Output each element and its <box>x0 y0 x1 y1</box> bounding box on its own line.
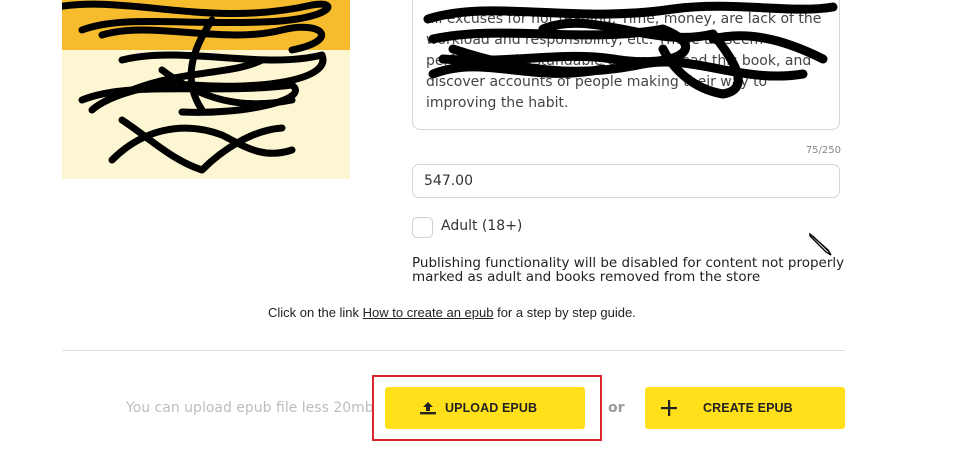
cover-scribble <box>62 0 332 174</box>
adult-content-notice: Publishing functionality will be disable… <box>412 255 845 285</box>
or-separator: or <box>608 400 625 416</box>
create-epub-button[interactable]: CREATE EPUB <box>645 387 845 429</box>
upload-epub-button[interactable]: UPLOAD EPUB <box>385 387 585 429</box>
adult-checkbox[interactable] <box>412 217 433 238</box>
upload-size-note: You can upload epub file less 20mb <box>126 400 374 416</box>
mouse-cursor-icon <box>809 232 832 256</box>
price-input[interactable] <box>412 164 840 198</box>
description-textarea[interactable]: all excuses for not reading. Time, money… <box>412 0 840 130</box>
section-divider <box>62 350 845 351</box>
book-cover-image <box>62 0 350 179</box>
create-epub-label: CREATE EPUB <box>703 401 793 415</box>
plus-icon <box>661 400 677 416</box>
adult-checkbox-label[interactable]: Adult (18+) <box>441 218 522 234</box>
guide-suffix: for a step by step guide. <box>493 305 636 320</box>
description-char-counter: 75/250 <box>805 145 841 156</box>
upload-icon <box>419 401 437 415</box>
upload-epub-label: UPLOAD EPUB <box>445 401 538 415</box>
how-to-create-epub-link[interactable]: How to create an epub <box>363 305 494 320</box>
guide-prefix: Click on the link <box>268 305 363 320</box>
description-scribble <box>423 1 838 99</box>
